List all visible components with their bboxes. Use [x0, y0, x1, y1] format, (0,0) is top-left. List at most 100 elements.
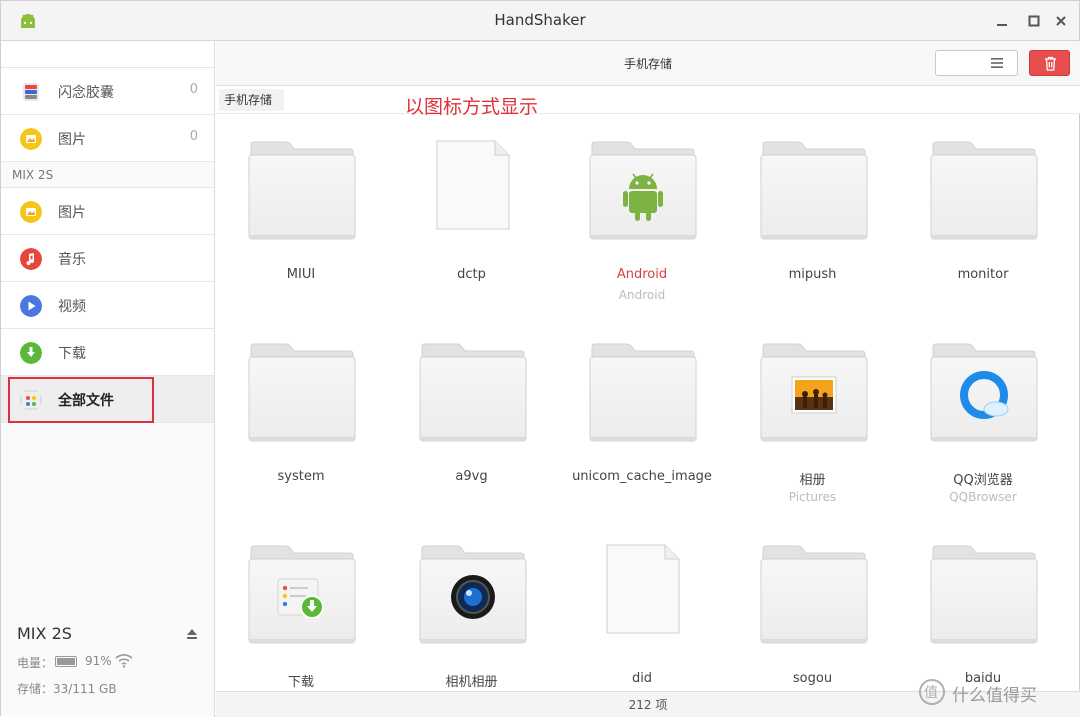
sidebar-item-download[interactable]: 下载 [1, 329, 214, 376]
eject-icon[interactable] [186, 628, 198, 640]
sidebar-item-label: 下载 [58, 346, 86, 362]
sidebar-item-label: 图片 [58, 205, 86, 221]
sidebar-item-label: 音乐 [58, 252, 86, 268]
item-name: system [277, 469, 325, 484]
folder-item[interactable]: sogou [743, 519, 883, 691]
folder-icon [248, 543, 356, 653]
folder-icon [589, 341, 697, 451]
folder-icon [760, 543, 868, 653]
image-icon [20, 128, 42, 150]
toolbar: 手机存储 [216, 41, 1080, 86]
battery-status: 电量： 91% [17, 654, 207, 670]
item-subtitle: Pictures [788, 490, 837, 504]
storage-value: 33/111 GB [53, 682, 117, 696]
breadcrumb: 手机存储 以图标方式显示 [216, 86, 1080, 118]
item-name: 相机相册 [445, 675, 498, 690]
wifi-icon [115, 654, 133, 668]
sidebar-item-video[interactable]: 视频 [1, 282, 214, 329]
folder-item[interactable]: 下载 [231, 519, 371, 691]
close-icon [1056, 16, 1066, 26]
item-name: a9vg [455, 469, 488, 484]
capsule-icon [23, 83, 39, 101]
image-icon [20, 201, 42, 223]
battery-icon [55, 656, 77, 667]
sidebar-item-all-files[interactable]: 全部文件 [1, 376, 214, 423]
sidebar-item-label: 图片 [58, 132, 86, 148]
sidebar-item-label: 闪念胶囊 [58, 85, 114, 101]
item-name: monitor [957, 267, 1009, 282]
download-icon [20, 342, 42, 364]
maximize-button[interactable] [1026, 13, 1042, 29]
file-item[interactable]: dctp [402, 115, 542, 295]
trash-icon [1045, 56, 1056, 71]
battery-percent: 91% [85, 654, 112, 668]
file-item[interactable]: did [572, 519, 712, 691]
folder-icon [930, 543, 1038, 653]
app-window: HandShaker 闪念胶囊 0 图片 0 MIX 2S 图片 音乐 视频 下… [0, 0, 1080, 717]
folder-item[interactable]: monitor [913, 115, 1053, 295]
folder-item[interactable]: system [231, 317, 371, 497]
item-name: 相册 [799, 473, 826, 488]
item-name: MIUI [286, 267, 316, 282]
file-grid: MIUI dctp Android Android mipush monitor syste… [216, 115, 1080, 691]
item-name: QQ浏览器 [953, 473, 1013, 488]
folder-icon [419, 341, 527, 451]
minimize-icon [997, 24, 1007, 26]
folder-item[interactable]: 相册 Pictures [743, 317, 883, 504]
item-name: Android [616, 267, 668, 282]
item-name: mipush [788, 267, 837, 282]
breadcrumb-item[interactable]: 手机存储 [219, 89, 285, 111]
list-view-button[interactable] [977, 51, 1017, 75]
item-name: unicom_cache_image [572, 469, 712, 484]
folder-item[interactable]: mipush [743, 115, 883, 295]
folder-icon [760, 139, 868, 249]
sidebar-item-pictures[interactable]: 图片 [1, 188, 214, 235]
folder-icon [589, 139, 697, 249]
watermark: 什么值得买 [919, 679, 1069, 709]
item-subtitle: Android [618, 288, 666, 302]
item-name: did [631, 671, 653, 686]
close-button[interactable] [1053, 13, 1069, 29]
device-name: MIX 2S [17, 624, 72, 643]
music-icon [20, 248, 42, 270]
folder-item[interactable]: a9vg [402, 317, 542, 497]
sidebar-item-label: 视频 [58, 299, 86, 315]
folder-item[interactable]: baidu [913, 519, 1053, 691]
folder-icon [419, 543, 527, 653]
file-icon [589, 543, 697, 653]
device-section-header: MIX 2S [1, 162, 214, 188]
folder-icon [930, 341, 1038, 451]
maximize-icon [1028, 15, 1040, 27]
folder-item[interactable]: QQ浏览器 QQBrowser [913, 317, 1053, 504]
item-name: dctp [457, 267, 486, 282]
storage-status: 存储：33/111 GB [17, 680, 117, 697]
folder-item[interactable]: Android Android [572, 115, 712, 302]
folder-icon [760, 341, 868, 451]
folder-item[interactable]: MIUI [231, 115, 371, 295]
item-name: 下载 [287, 675, 314, 690]
item-count: 0 [189, 82, 198, 97]
folder-item[interactable]: unicom_cache_image [572, 317, 712, 497]
delete-button[interactable] [1029, 50, 1070, 76]
title-bar: HandShaker [1, 1, 1079, 41]
item-count-status: 212 项 [628, 698, 668, 712]
item-name: sogou [792, 671, 833, 686]
sidebar-item-pictures-cloud[interactable]: 图片 0 [1, 115, 214, 162]
all-files-icon [20, 390, 42, 410]
watermark-logo-icon [919, 679, 945, 705]
sidebar-item-capsule[interactable]: 闪念胶囊 0 [1, 68, 214, 115]
view-mode-toggle [935, 50, 1018, 76]
minimize-button[interactable] [994, 13, 1010, 29]
folder-icon [248, 341, 356, 451]
sidebar-item-music[interactable]: 音乐 [1, 235, 214, 282]
item-count: 0 [189, 129, 198, 144]
watermark-text: 什么值得买 [952, 686, 1037, 706]
sidebar-header [1, 41, 214, 68]
sidebar: 闪念胶囊 0 图片 0 MIX 2S 图片 音乐 视频 下载 全部文件 MIX … [1, 41, 215, 717]
item-subtitle: QQBrowser [949, 490, 1017, 504]
file-icon [419, 139, 527, 249]
sidebar-item-label: 全部文件 [58, 393, 114, 409]
battery-label: 电量： [17, 656, 54, 670]
folder-item[interactable]: 相机相册 [402, 519, 542, 691]
folder-icon [248, 139, 356, 249]
